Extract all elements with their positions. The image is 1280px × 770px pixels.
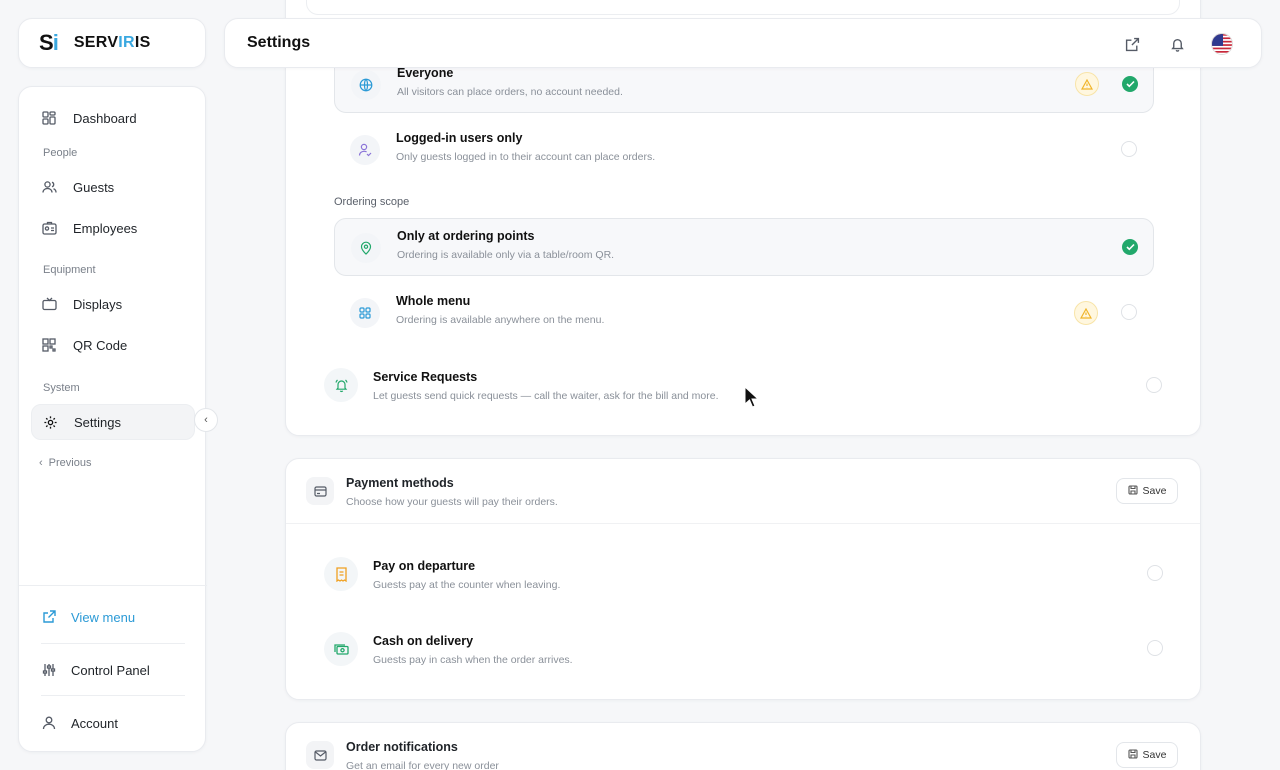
section-title: Payment methods bbox=[346, 476, 454, 490]
divider bbox=[41, 643, 185, 644]
logo-mark: Si bbox=[39, 30, 59, 55]
bell-ring-icon bbox=[324, 368, 358, 402]
section-title: Order notifications bbox=[346, 740, 458, 754]
option-title: Only at ordering points bbox=[397, 229, 535, 243]
user-icon bbox=[41, 715, 57, 731]
radio-unselected[interactable] bbox=[1121, 304, 1137, 320]
radio-unselected[interactable] bbox=[1121, 141, 1137, 157]
option-title: Logged-in users only bbox=[396, 131, 523, 145]
view-menu-link[interactable]: View menu bbox=[41, 609, 135, 625]
radio-selected[interactable] bbox=[1122, 239, 1138, 255]
sidebar-item-label: Guests bbox=[73, 179, 115, 195]
users-icon bbox=[41, 179, 57, 195]
divider bbox=[41, 695, 185, 696]
mouse-cursor-icon bbox=[744, 385, 760, 413]
sidebar-item-dashboard[interactable]: Dashboard bbox=[31, 100, 195, 136]
option-title: Everyone bbox=[397, 66, 454, 80]
bell-icon[interactable] bbox=[1168, 35, 1186, 53]
dashboard-icon bbox=[41, 110, 57, 126]
collapse-sidebar-button[interactable]: ‹ bbox=[194, 408, 218, 432]
divider bbox=[19, 585, 207, 586]
logo[interactable]: Si SERVIRIS bbox=[18, 18, 206, 68]
control-panel-link[interactable]: Control Panel bbox=[41, 662, 150, 678]
mail-icon bbox=[306, 741, 334, 769]
ghost-option bbox=[306, 0, 1180, 15]
option-desc: All visitors can place orders, no accoun… bbox=[397, 86, 623, 98]
section-desc: Choose how your guests will pay their or… bbox=[346, 496, 558, 508]
sidebar-item-guests[interactable]: Guests bbox=[31, 169, 195, 205]
warning-icon bbox=[1075, 72, 1099, 96]
save-button[interactable]: Save bbox=[1116, 478, 1178, 504]
section-desc: Get an email for every new order bbox=[346, 760, 499, 770]
sidebar-item-settings[interactable]: Settings bbox=[31, 404, 195, 440]
option-logged-in[interactable]: Logged-in users only Only guests logged … bbox=[334, 121, 1154, 179]
globe-icon bbox=[351, 70, 381, 100]
sliders-icon bbox=[41, 662, 57, 678]
grid-icon bbox=[350, 298, 380, 328]
us-flag-icon[interactable] bbox=[1211, 33, 1233, 55]
sidebar-item-label: QR Code bbox=[73, 337, 128, 353]
credit-card-icon bbox=[306, 477, 334, 505]
section-people: People bbox=[43, 147, 78, 159]
receipt-icon bbox=[324, 557, 358, 591]
sidebar-item-label: Displays bbox=[73, 296, 123, 312]
order-notifications-card: Order notifications Get an email for eve… bbox=[285, 722, 1201, 770]
ordering-scope-label: Ordering scope bbox=[334, 196, 410, 208]
section-system: System bbox=[43, 382, 80, 394]
external-link-icon[interactable] bbox=[1123, 35, 1141, 53]
page-title: Settings bbox=[247, 34, 311, 51]
service-requests-desc: Let guests send quick requests — call th… bbox=[373, 390, 719, 402]
section-equipment: Equipment bbox=[43, 264, 96, 276]
save-icon bbox=[1127, 484, 1138, 498]
radio-selected[interactable] bbox=[1122, 76, 1138, 92]
sidebar-item-employees[interactable]: Employees bbox=[31, 210, 195, 246]
divider bbox=[286, 523, 1200, 524]
sidebar-item-label: Dashboard bbox=[73, 110, 137, 126]
payment-method-desc: Guests pay in cash when the order arrive… bbox=[373, 654, 573, 666]
previous-link[interactable]: ‹ Previous bbox=[39, 457, 91, 469]
sidebar-item-label: Employees bbox=[73, 220, 138, 236]
option-ordering-points[interactable]: Only at ordering points Ordering is avai… bbox=[334, 218, 1154, 276]
warning-icon bbox=[1074, 301, 1098, 325]
service-requests-title: Service Requests bbox=[373, 370, 478, 384]
pay-on-departure-toggle[interactable] bbox=[1147, 565, 1163, 581]
user-check-icon bbox=[350, 135, 380, 165]
cash-icon bbox=[324, 632, 358, 666]
cash-on-delivery-toggle[interactable] bbox=[1147, 640, 1163, 656]
chevron-left-icon: ‹ bbox=[39, 457, 43, 469]
option-title: Whole menu bbox=[396, 294, 471, 308]
sidebar: Dashboard People Guests Employees Equipm… bbox=[18, 86, 207, 752]
gear-icon bbox=[42, 414, 58, 430]
service-requests-toggle[interactable] bbox=[1146, 377, 1162, 393]
payment-methods-card: Payment methods Choose how your guests w… bbox=[285, 458, 1201, 700]
tv-icon bbox=[41, 296, 57, 312]
external-link-icon bbox=[41, 609, 57, 625]
sidebar-item-label: Settings bbox=[74, 414, 121, 430]
map-pin-icon bbox=[351, 233, 381, 263]
option-desc: Only guests logged in to their account c… bbox=[396, 151, 656, 163]
sidebar-item-displays[interactable]: Displays bbox=[31, 286, 195, 322]
payment-method-desc: Guests pay at the counter when leaving. bbox=[373, 579, 561, 591]
option-whole-menu[interactable]: Whole menu Ordering is available anywher… bbox=[334, 284, 1154, 342]
qr-icon bbox=[41, 337, 57, 353]
payment-method-title: Cash on delivery bbox=[373, 634, 474, 648]
payment-method-title: Pay on departure bbox=[373, 559, 476, 573]
id-card-icon bbox=[41, 220, 57, 236]
header: Settings bbox=[224, 18, 1262, 68]
sidebar-item-qr-code[interactable]: QR Code bbox=[31, 327, 195, 363]
option-desc: Ordering is available anywhere on the me… bbox=[396, 314, 605, 326]
save-icon bbox=[1127, 748, 1138, 762]
chevron-left-icon: ‹ bbox=[204, 414, 208, 426]
account-link[interactable]: Account bbox=[41, 715, 118, 731]
option-desc: Ordering is available only via a table/r… bbox=[397, 249, 615, 261]
logo-text: SERVIRIS bbox=[73, 34, 151, 51]
save-button[interactable]: Save bbox=[1116, 742, 1178, 768]
